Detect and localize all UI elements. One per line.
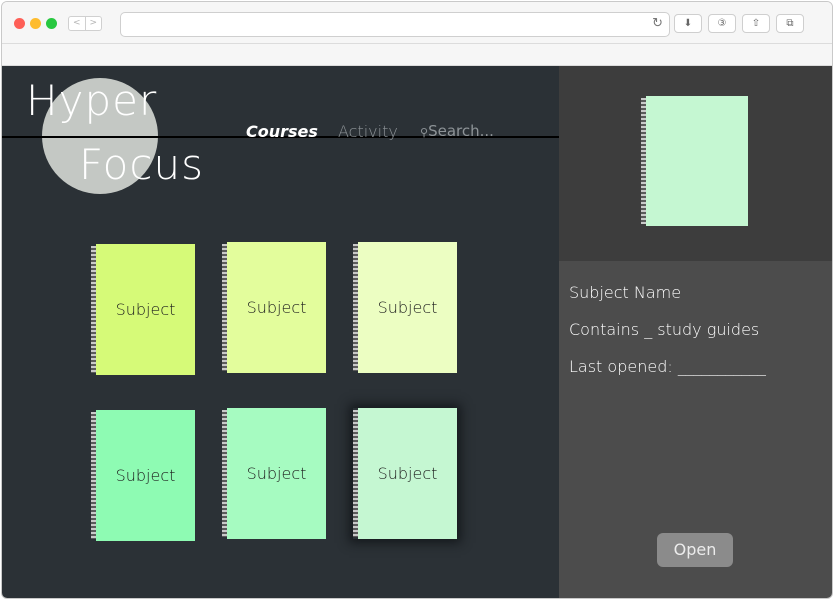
last-opened: Last opened: ___________ — [569, 357, 766, 376]
minimize-window-button[interactable] — [30, 18, 41, 29]
download-icon[interactable]: ⬇ — [674, 14, 702, 33]
tabs-icon[interactable]: ⧉ — [776, 14, 804, 33]
notebook-cover: Subject — [96, 244, 195, 375]
subject-notebook[interactable]: Subject — [353, 242, 457, 373]
courses-panel: Hyper Focus Courses Activity ⚲Search... … — [2, 66, 559, 598]
subject-label: Subject — [115, 300, 176, 319]
search-icon: ⚲ — [420, 126, 429, 139]
app-content: Hyper Focus Courses Activity ⚲Search... … — [2, 66, 832, 598]
preview-cover — [646, 96, 748, 226]
search-input[interactable]: ⚲Search... — [420, 122, 494, 140]
close-window-button[interactable] — [14, 18, 25, 29]
details-panel: Subject Name Contains _ study guides Las… — [559, 261, 832, 598]
notebook-cover: Subject — [227, 242, 326, 373]
subject-name: Subject Name — [569, 283, 682, 302]
search-placeholder: Search... — [428, 122, 494, 140]
notebook-cover: Subject — [358, 242, 457, 373]
open-button[interactable]: Open — [657, 533, 733, 567]
share-icon[interactable]: ⇧ — [742, 14, 770, 33]
subject-notebook-selected[interactable]: Subject — [353, 408, 457, 539]
bookmarks-bar — [2, 44, 832, 66]
browser-titlebar: < > ↻ ⬇ ③ ⇧ ⧉ — [2, 2, 832, 44]
subject-label: Subject — [246, 464, 307, 483]
reload-icon[interactable]: ↻ — [652, 16, 663, 31]
history-nav: < > — [68, 16, 102, 31]
subject-notebook[interactable]: Subject — [91, 410, 195, 541]
subject-notebook[interactable]: Subject — [222, 408, 326, 539]
notebook-cover: Subject — [358, 408, 457, 539]
nav-courses[interactable]: Courses — [246, 122, 318, 141]
subject-label: Subject — [246, 298, 307, 317]
preview-panel — [559, 66, 832, 261]
logo-text-hyper: Hyper — [26, 76, 158, 125]
subject-notebook[interactable]: Subject — [91, 244, 195, 375]
subject-label: Subject — [377, 464, 438, 483]
notebook-cover: Subject — [227, 408, 326, 539]
privacy-icon[interactable]: ③ — [708, 14, 736, 33]
notebook-cover: Subject — [96, 410, 195, 541]
browser-window: < > ↻ ⬇ ③ ⇧ ⧉ Hyper Focus Courses Activi… — [1, 1, 833, 599]
forward-button[interactable]: > — [86, 17, 102, 30]
subject-notebook[interactable]: Subject — [222, 242, 326, 373]
logo-text-focus: Focus — [79, 140, 204, 189]
back-button[interactable]: < — [69, 17, 86, 30]
nav-activity[interactable]: Activity — [338, 122, 398, 141]
maximize-window-button[interactable] — [46, 18, 57, 29]
address-bar[interactable]: ↻ — [120, 12, 670, 37]
subject-label: Subject — [115, 466, 176, 485]
subject-label: Subject — [377, 298, 438, 317]
study-guide-count: Contains _ study guides — [569, 320, 760, 339]
